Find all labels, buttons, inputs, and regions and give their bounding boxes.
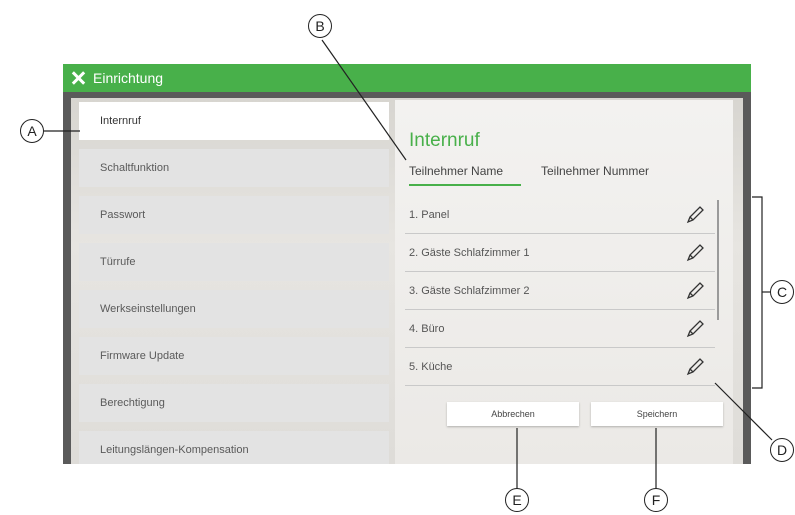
callout-leader-lines	[44, 39, 773, 490]
callout-d: D	[770, 438, 794, 462]
callout-b: B	[308, 14, 332, 38]
callout-a: A	[20, 119, 44, 143]
callout-f: F	[644, 488, 668, 512]
callout-e: E	[505, 488, 529, 512]
callout-c: C	[770, 280, 794, 304]
